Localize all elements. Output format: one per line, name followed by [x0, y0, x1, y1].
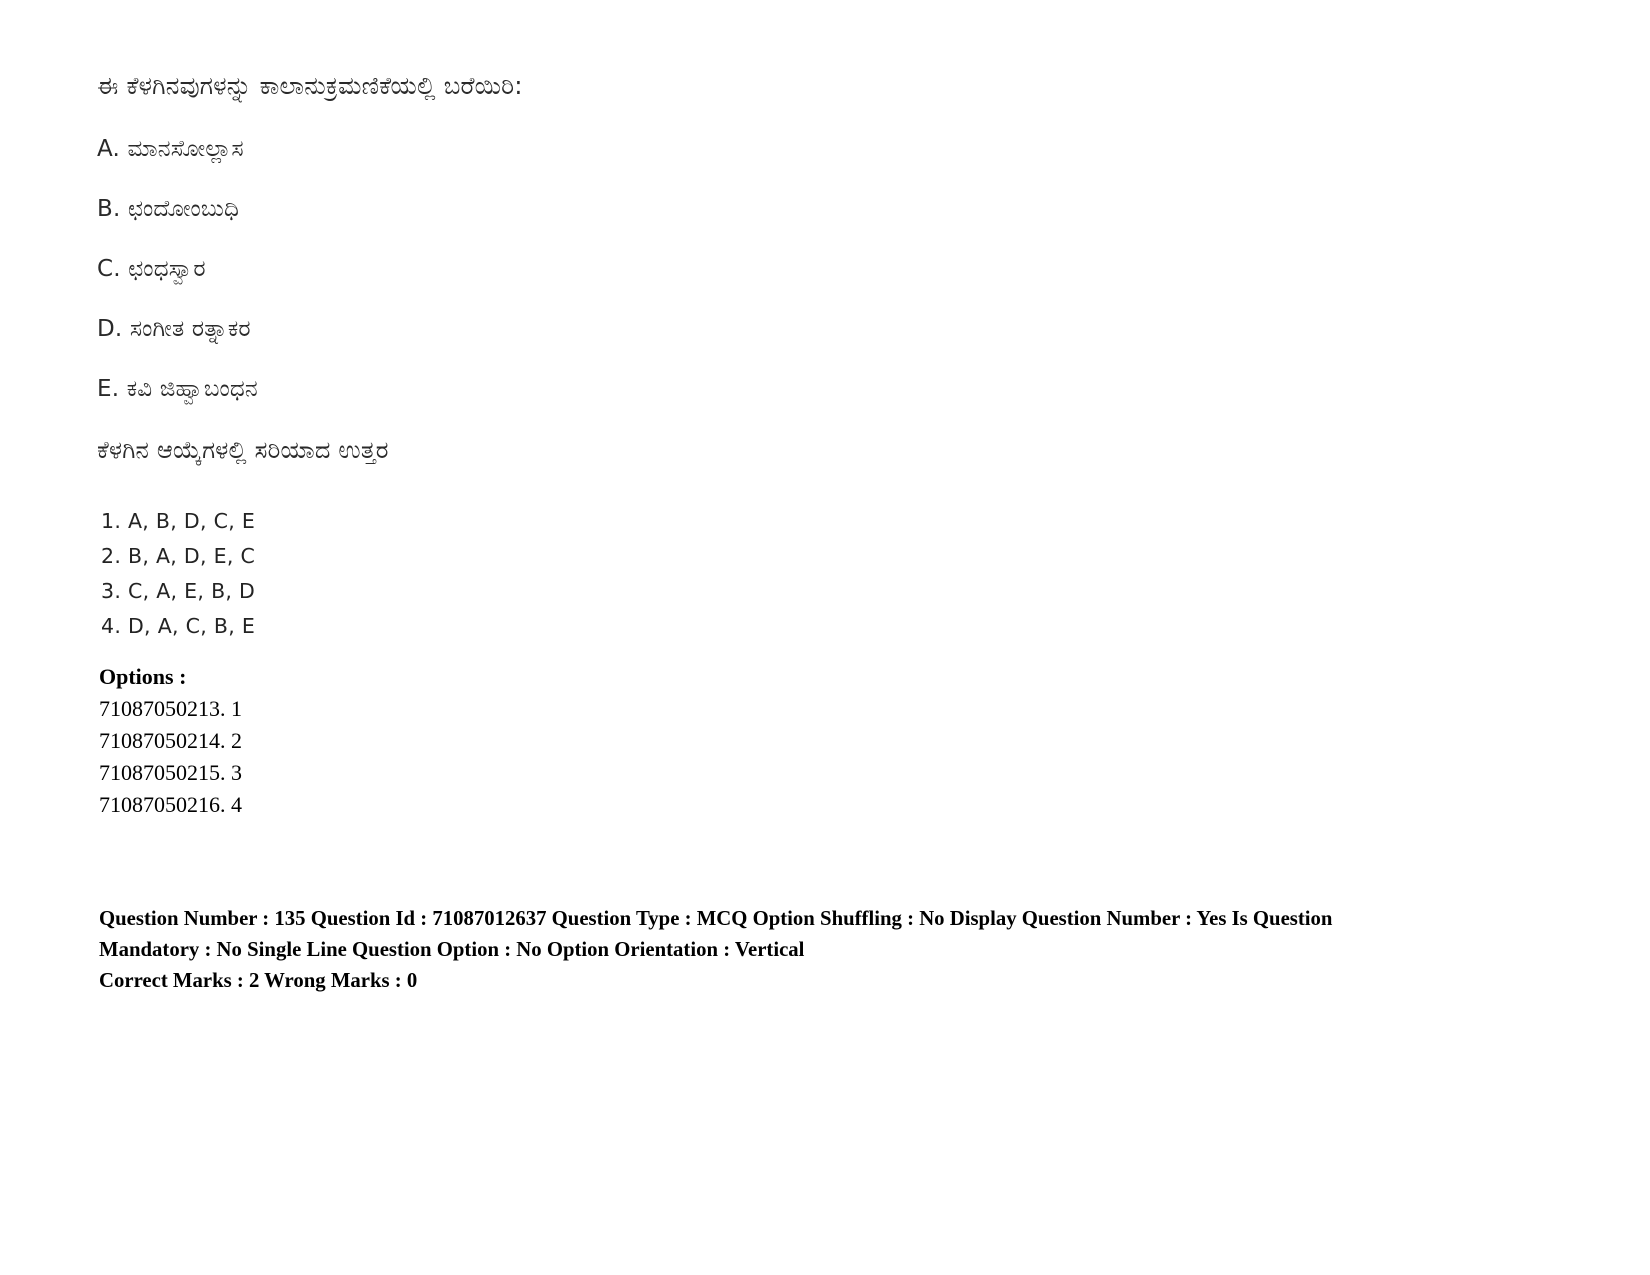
option-row-2: 71087050214. 2	[99, 728, 242, 753]
option-row-4: 71087050216. 4	[99, 792, 242, 817]
answer-choice-4[interactable]: 4. D, A, C, B, E	[101, 609, 255, 644]
question-metadata-block: Question Number : 135 Question Id : 7108…	[99, 903, 1392, 996]
document-page: ಈ ಕೆಳಗಿನವುಗಳನ್ನು ಕಾಲಾನುಕ್ರಮಣಿಕೆಯಲ್ಲಿ ಬರೆ…	[0, 0, 1650, 1275]
question-item-d: D. ಸಂಗೀತ ರತ್ನಾಕರ	[97, 315, 251, 342]
metadata-attributes-line: Question Number : 135 Question Id : 7108…	[99, 906, 1333, 961]
metadata-marks-line: Correct Marks : 2 Wrong Marks : 0	[99, 968, 418, 992]
answer-choice-1[interactable]: 1. A, B, D, C, E	[101, 504, 255, 539]
answer-choice-3[interactable]: 3. C, A, E, B, D	[101, 574, 255, 609]
question-item-e: E. ಕವಿ ಜಿಹ್ವಾಬಂಧನ	[97, 375, 258, 402]
option-row-3: 71087050215. 3	[99, 760, 242, 785]
answer-choice-2[interactable]: 2. B, A, D, E, C	[101, 539, 255, 574]
question-item-c: C. ಛಂಧಸ್ವಾರ	[97, 255, 206, 282]
question-stem: ಈ ಕೆಳಗಿನವುಗಳನ್ನು ಕಾಲಾನುಕ್ರಮಣಿಕೆಯಲ್ಲಿ ಬರೆ…	[97, 71, 523, 100]
question-item-b: B. ಛಂದೋಂಬುಧಿ	[97, 195, 240, 222]
answer-choice-list: 1. A, B, D, C, E 2. B, A, D, E, C 3. C, …	[101, 504, 255, 644]
question-item-a: A. ಮಾನಸೋಲ್ಲಾಸ	[97, 135, 244, 162]
question-prompt: ಕೆಳಗಿನ ಆಯ್ಕೆಗಳಲ್ಲಿ ಸರಿಯಾದ ಉತ್ತರ	[97, 435, 389, 464]
options-heading: Options :	[99, 664, 187, 689]
question-scan-block: ಈ ಕೆಳಗಿನವುಗಳನ್ನು ಕಾಲಾನುಕ್ರಮಣಿಕೆಯಲ್ಲಿ ಬರೆ…	[97, 71, 1497, 492]
options-block: Options : 71087050213. 1 71087050214. 2 …	[99, 660, 242, 821]
option-row-1: 71087050213. 1	[99, 696, 242, 721]
